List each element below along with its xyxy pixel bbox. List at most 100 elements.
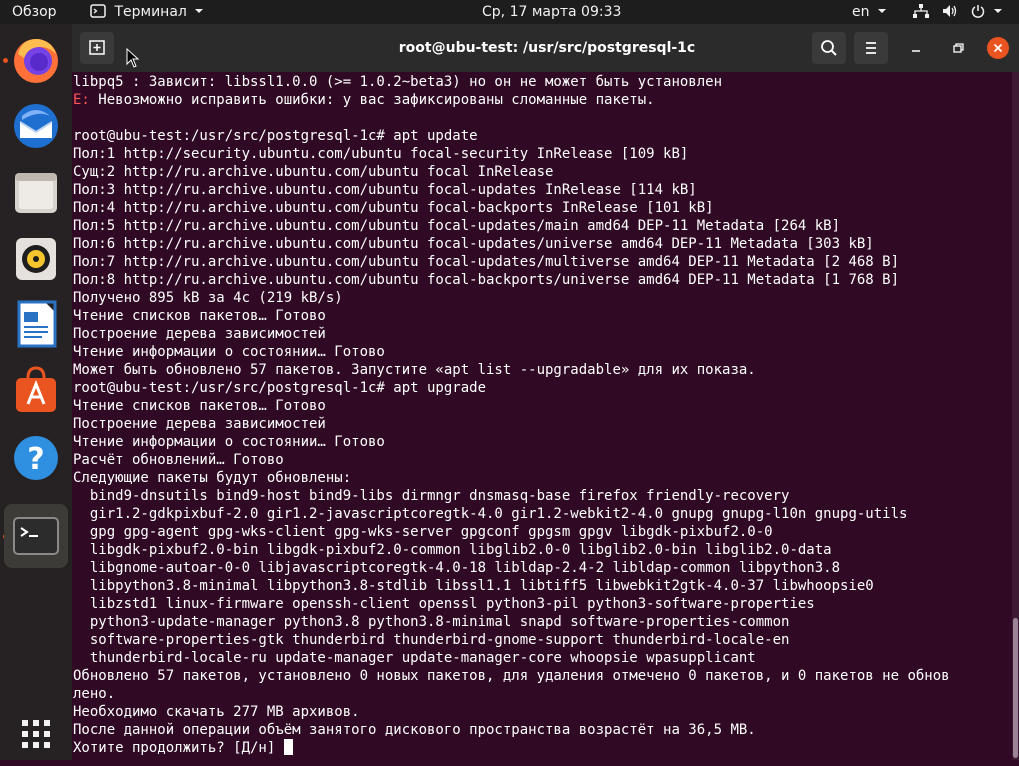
terminal-line: Пол:4 http://ru.archive.ubuntu.com/ubunt… xyxy=(73,199,714,217)
terminal-line: root@ubu-test:/usr/src/postgresql-1c# ap… xyxy=(73,127,478,145)
files-launcher[interactable] xyxy=(8,164,64,220)
terminal-line: Может быть обновлено 57 пакетов. Запусти… xyxy=(73,361,756,379)
terminal-line-text: Пол:1 http://security.ubuntu.com/ubuntu … xyxy=(73,146,689,162)
terminal-line-text: Пол:4 http://ru.archive.ubuntu.com/ubunt… xyxy=(73,200,714,216)
text-cursor xyxy=(283,739,293,755)
terminal-line-text: root@ubu-test:/usr/src/postgresql-1c# ap… xyxy=(73,128,478,144)
terminal-line-text: Обновлено 57 пакетов, установлено 0 новы… xyxy=(73,668,950,684)
rhythmbox-launcher[interactable] xyxy=(8,230,64,286)
terminal-line: Чтение информации о состоянии… Готово xyxy=(73,343,385,361)
terminal-line: gpg gpg-agent gpg-wks-client gpg-wks-ser… xyxy=(73,523,773,541)
app-menu-label: Терминал xyxy=(114,4,187,20)
terminal-line-text: libpq5 : Зависит: libssl1.0.0 (>= 1.0.2~… xyxy=(73,74,723,90)
terminal-line: Обновлено 57 пакетов, установлено 0 новы… xyxy=(73,667,950,685)
terminal-line-text: Сущ:2 http://ru.archive.ubuntu.com/ubunt… xyxy=(73,164,554,180)
terminal-line: Расчёт обновлений… Готово xyxy=(73,451,284,469)
terminal-line: Пол:5 http://ru.archive.ubuntu.com/ubunt… xyxy=(73,217,840,235)
terminal-line-text: Невозможно исправить ошибки: у вас зафик… xyxy=(89,92,655,108)
terminal-line-text: Хотите продолжить? [Д/н] xyxy=(73,740,284,756)
terminal-line: thunderbird-locale-ru update-manager upd… xyxy=(73,649,756,667)
activities-button[interactable]: Обзор xyxy=(12,0,57,24)
clock[interactable]: Ср, 17 марта 09:33 xyxy=(482,0,621,24)
folder-icon xyxy=(15,173,57,213)
language-label: en xyxy=(852,4,870,20)
terminal-line: gir1.2-gdkpixbuf-2.0 gir1.2-javascriptco… xyxy=(73,505,908,523)
terminal-line-text: Следующие пакеты будут обновлены: xyxy=(73,470,352,486)
writer-launcher[interactable] xyxy=(8,296,64,352)
language-indicator[interactable]: en xyxy=(852,0,887,24)
terminal-line-text: libgnome-autoar-0-0 libjavascriptcoregtk… xyxy=(73,560,841,576)
shopping-bag-icon xyxy=(16,366,56,412)
dock: ? xyxy=(0,24,72,760)
terminal-line-text: После данной операции объём занятого дис… xyxy=(73,722,756,738)
terminal-line-text: software-properties-gtk thunderbird thun… xyxy=(73,632,790,648)
firefox-launcher[interactable] xyxy=(8,32,64,88)
terminal-launcher[interactable] xyxy=(8,508,64,564)
terminal-line-text: Чтение информации о состоянии… Готово xyxy=(73,434,385,450)
terminal-line-text: Чтение списков пакетов… Готово xyxy=(73,398,326,414)
terminal-line: Пол:8 http://ru.archive.ubuntu.com/ubunt… xyxy=(73,271,899,289)
top-bar: Обзор Терминал Ср, 17 марта 09:33 en xyxy=(0,0,1019,24)
svg-text:?: ? xyxy=(27,442,44,477)
terminal-output[interactable]: libpq5 : Зависит: libssl1.0.0 (>= 1.0.2~… xyxy=(72,72,1012,760)
terminal-app-icon xyxy=(90,4,106,18)
terminal-line: software-properties-gtk thunderbird thun… xyxy=(73,631,790,649)
scrollbar-thumb[interactable] xyxy=(1013,618,1018,758)
minimize-button[interactable] xyxy=(906,38,926,58)
chevron-down-icon xyxy=(195,9,204,13)
terminal-line: E: Невозможно исправить ошибки: у вас за… xyxy=(73,91,655,109)
scrollbar[interactable] xyxy=(1012,72,1019,760)
terminal-line-text: Пол:8 http://ru.archive.ubuntu.com/ubunt… xyxy=(73,272,900,288)
terminal-line-text: bind9-dnsutils bind9-host bind9-libs dir… xyxy=(73,488,790,504)
terminal-line-text: gpg gpg-agent gpg-wks-client gpg-wks-ser… xyxy=(73,524,773,540)
terminal-line: Пол:6 http://ru.archive.ubuntu.com/ubunt… xyxy=(73,235,874,253)
speaker-icon xyxy=(16,238,56,280)
error-prefix: E: xyxy=(73,92,90,108)
maximize-button[interactable] xyxy=(948,38,968,58)
terminal-line-text: Расчёт обновлений… Готово xyxy=(73,452,284,468)
terminal-line: Чтение информации о состоянии… Готово xyxy=(73,433,385,451)
system-menu[interactable] xyxy=(912,0,1003,24)
terminal-line-text: libgdk-pixbuf2.0-bin libgdk-pixbuf2.0-co… xyxy=(73,542,832,558)
thunderbird-launcher[interactable] xyxy=(8,98,64,154)
terminal-line: libgdk-pixbuf2.0-bin libgdk-pixbuf2.0-co… xyxy=(73,541,832,559)
close-icon xyxy=(993,43,1003,53)
search-icon xyxy=(821,40,837,56)
terminal-line: bind9-dnsutils bind9-host bind9-libs dir… xyxy=(73,487,790,505)
terminal-line-text: libpython3.8-minimal libpython3.8-stdlib… xyxy=(73,578,874,594)
terminal-line-text: Необходимо скачать 277 MB архивов. xyxy=(73,704,360,720)
terminal-line: Построение дерева зависимостей xyxy=(73,415,326,433)
window-title: root@ubu-test: /usr/src/postgresql-1c xyxy=(398,40,696,56)
terminal-line: libpq5 : Зависит: libssl1.0.0 (>= 1.0.2~… xyxy=(73,73,722,91)
terminal-line: Следующие пакеты будут обновлены: xyxy=(73,469,351,487)
software-launcher[interactable] xyxy=(8,362,64,418)
minimize-icon xyxy=(912,50,920,52)
show-applications-button[interactable] xyxy=(8,706,64,762)
terminal-line: libzstd1 linux-firmware openssh-client o… xyxy=(73,595,815,613)
app-menu[interactable]: Терминал xyxy=(90,0,204,24)
terminal-line-text: libzstd1 linux-firmware openssh-client o… xyxy=(73,596,815,612)
terminal-line: root@ubu-test:/usr/src/postgresql-1c# ap… xyxy=(73,379,486,397)
terminal-line: Чтение списков пакетов… Готово xyxy=(73,397,326,415)
terminal-line-text: Получено 895 kB за 4с (219 kB/s) xyxy=(73,290,343,306)
firefox-icon xyxy=(14,38,58,83)
terminal-line: Пол:3 http://ru.archive.ubuntu.com/ubunt… xyxy=(73,181,697,199)
terminal-line: Получено 895 kB за 4с (219 kB/s) xyxy=(73,289,343,307)
terminal-line-text: Пол:7 http://ru.archive.ubuntu.com/ubunt… xyxy=(73,254,900,270)
search-button[interactable] xyxy=(812,32,846,64)
terminal-line: Необходимо скачать 277 MB архивов. xyxy=(73,703,360,721)
menu-button[interactable] xyxy=(854,32,888,64)
restore-icon xyxy=(953,43,964,53)
terminal-line-text: Пол:3 http://ru.archive.ubuntu.com/ubunt… xyxy=(73,182,697,198)
new-tab-button[interactable] xyxy=(80,32,114,64)
terminal-line-text: Построение дерева зависимостей xyxy=(73,326,326,342)
terminal-line: После данной операции объём занятого дис… xyxy=(73,721,756,739)
new-tab-icon xyxy=(89,40,105,55)
help-launcher[interactable]: ? xyxy=(8,430,64,486)
terminal-line: лено. xyxy=(73,685,115,703)
terminal-line: Пол:1 http://security.ubuntu.com/ubuntu … xyxy=(73,145,688,163)
close-button[interactable] xyxy=(987,37,1009,59)
terminal-line-text: Пол:6 http://ru.archive.ubuntu.com/ubunt… xyxy=(73,236,874,252)
network-icon xyxy=(913,4,929,18)
terminal-line-text: thunderbird-locale-ru update-manager upd… xyxy=(73,650,756,666)
